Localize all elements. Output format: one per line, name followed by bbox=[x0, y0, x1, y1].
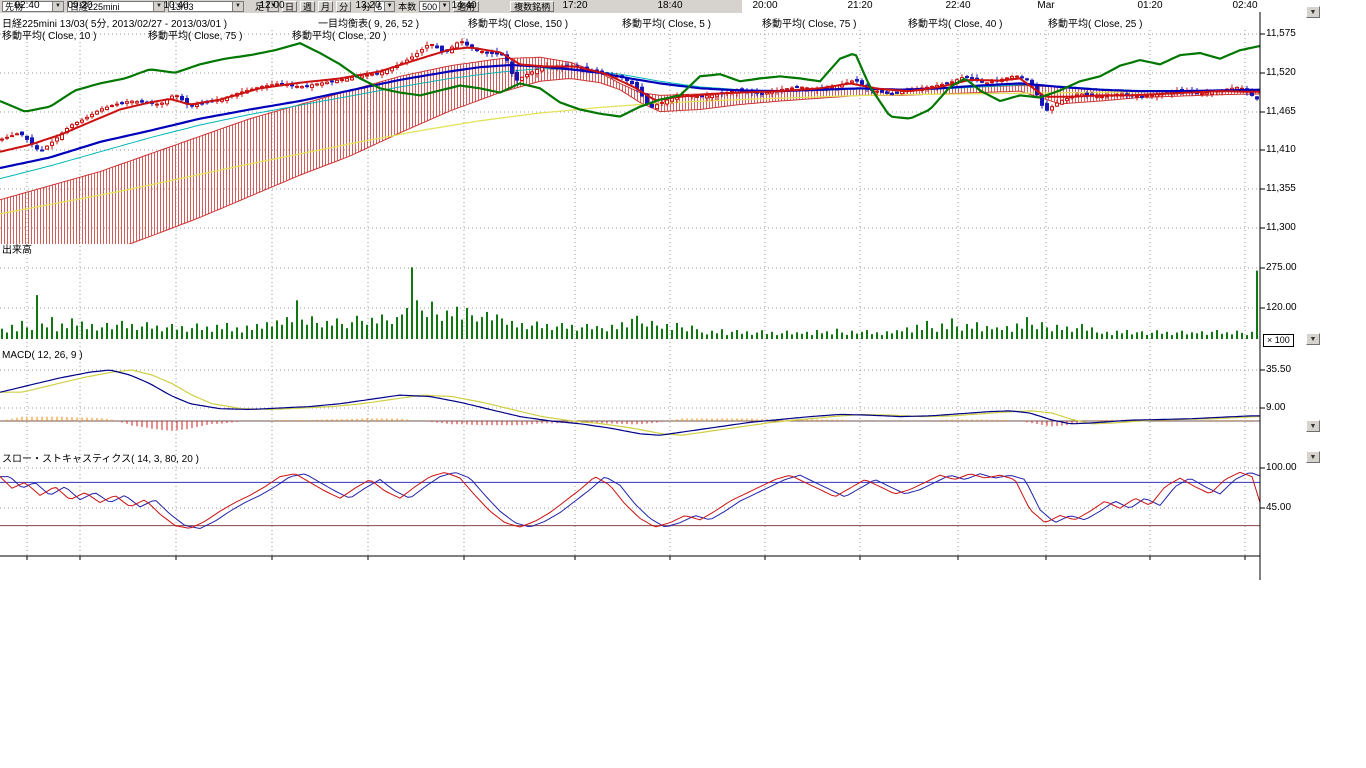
volume-multiplier-badge: × 100 bbox=[1263, 334, 1294, 347]
time-axis-label: 12:00 bbox=[250, 0, 294, 11]
panel-scroll-down-button[interactable]: ▼ bbox=[1306, 420, 1320, 432]
stoch-axis-label: 45.00 bbox=[1266, 502, 1291, 513]
panel-scroll-down-button[interactable]: ▼ bbox=[1306, 451, 1320, 463]
stochastics-panel-title: スロー・ストキャスティクス( 14, 3, 80, 20 ) bbox=[2, 450, 199, 465]
legend-item: 移動平均( Close, 150 ) bbox=[468, 15, 568, 30]
time-axis-label: 02:40 bbox=[1223, 0, 1267, 11]
chart-application-window: 先物 ▼ 日経225mini ▼ 13/03 ▼ 足 ▼ 日 週 月 分 分 5… bbox=[0, 0, 1366, 768]
macd-panel-title: MACD( 12, 26, 9 ) bbox=[2, 350, 83, 361]
volume-panel-title: 出来高 bbox=[2, 241, 32, 256]
volume-axis-label: 275.00 bbox=[1266, 262, 1297, 273]
panel-scroll-down-button[interactable]: ▼ bbox=[1306, 6, 1320, 18]
chart-canvas[interactable] bbox=[0, 0, 1322, 580]
volume-axis-label: 120.00 bbox=[1266, 302, 1297, 313]
time-axis-label: 02:40 bbox=[5, 0, 49, 11]
legend-item: 移動平均( Close, 25 ) bbox=[1048, 15, 1142, 30]
time-axis-label: 18:40 bbox=[648, 0, 692, 11]
time-axis-label: 09:20 bbox=[58, 0, 102, 11]
macd-axis-label: 35.50 bbox=[1266, 364, 1291, 375]
price-axis-label: 11,300 bbox=[1266, 222, 1296, 233]
macd-axis-label: 9.00 bbox=[1266, 402, 1285, 413]
time-axis-label: 14:40 bbox=[442, 0, 486, 11]
time-axis-label: 21:20 bbox=[838, 0, 882, 11]
time-axis-label: 17:20 bbox=[553, 0, 597, 11]
panel-scroll-down-button[interactable]: ▼ bbox=[1306, 333, 1320, 345]
time-axis-label: 20:00 bbox=[743, 0, 787, 11]
stoch-axis-label: 100.00 bbox=[1266, 462, 1297, 473]
price-axis-label: 11,520 bbox=[1266, 67, 1296, 78]
legend-item: 移動平均( Close, 20 ) bbox=[292, 27, 386, 42]
price-axis-label: 11,355 bbox=[1266, 183, 1296, 194]
legend-item: 移動平均( Close, 75 ) bbox=[148, 27, 242, 42]
time-axis-label: 01:20 bbox=[1128, 0, 1172, 11]
time-axis-label: 22:40 bbox=[936, 0, 980, 11]
legend-item: 移動平均( Close, 10 ) bbox=[2, 27, 96, 42]
legend-item: 移動平均( Close, 5 ) bbox=[622, 15, 711, 30]
price-axis-label: 11,575 bbox=[1266, 28, 1296, 39]
price-axis-label: 11,410 bbox=[1266, 144, 1296, 155]
legend-item: 移動平均( Close, 40 ) bbox=[908, 15, 1002, 30]
price-axis-label: 11,465 bbox=[1266, 106, 1296, 117]
time-axis-label: 13:20 bbox=[346, 0, 390, 11]
time-axis-label: Mar bbox=[1024, 0, 1068, 11]
time-axis-label: 10:40 bbox=[154, 0, 198, 11]
legend-item: 移動平均( Close, 75 ) bbox=[762, 15, 856, 30]
